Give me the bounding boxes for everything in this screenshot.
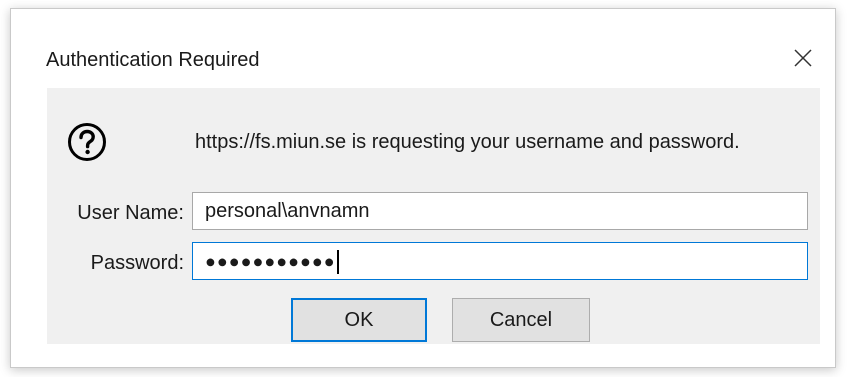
password-input[interactable]: ●●●●●●●●●●●: [192, 242, 808, 280]
auth-dialog: Authentication Required https://fs.miun.…: [10, 8, 836, 368]
content-panel: https://fs.miun.se is requesting your us…: [47, 88, 820, 344]
cancel-button[interactable]: Cancel: [452, 298, 590, 342]
dialog-title: Authentication Required: [46, 49, 260, 71]
username-input[interactable]: personal\anvnamn: [192, 192, 808, 230]
username-label: User Name:: [77, 202, 184, 224]
username-value: personal\anvnamn: [205, 200, 370, 222]
close-button[interactable]: [788, 43, 818, 73]
password-label: Password:: [90, 252, 184, 274]
text-caret: [336, 249, 339, 274]
ok-button[interactable]: OK: [291, 298, 427, 342]
question-icon: [68, 123, 106, 161]
close-icon: [794, 49, 812, 67]
auth-message: https://fs.miun.se is requesting your us…: [195, 131, 740, 153]
password-masked-value: ●●●●●●●●●●●: [205, 251, 336, 272]
